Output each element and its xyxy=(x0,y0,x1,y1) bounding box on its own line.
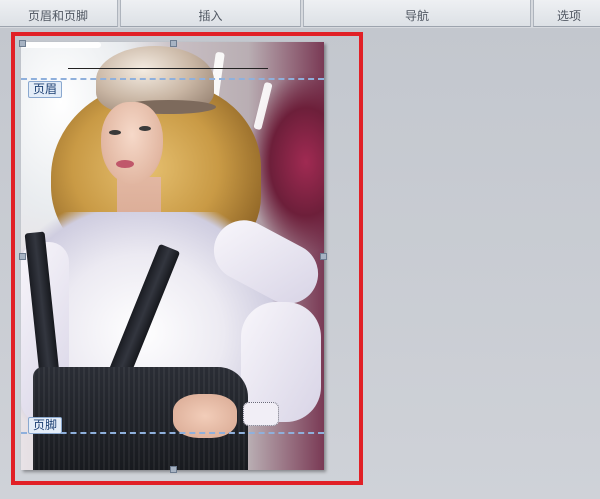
group-insert[interactable]: 插入 xyxy=(120,0,301,27)
group-navigation[interactable]: 导航 xyxy=(303,0,531,27)
ribbon-group-bar: 页眉和页脚 插入 导航 选项 xyxy=(0,0,600,28)
group-options[interactable]: 选项 xyxy=(533,0,600,27)
highlight-box xyxy=(11,32,363,485)
group-header-footer[interactable]: 页眉和页脚 xyxy=(0,0,118,27)
